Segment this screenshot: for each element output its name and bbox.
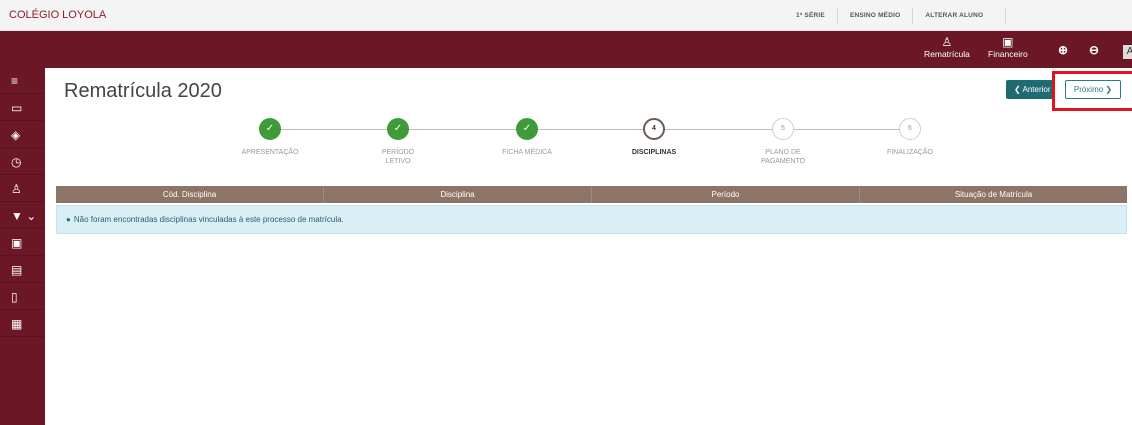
book-icon[interactable]: ▯ bbox=[0, 284, 45, 310]
step-label-5: PLANO DE PAGAMENTO bbox=[760, 149, 806, 165]
main-navbar: ♙ Rematrícula ▣ Financeiro ⊕ ⊖ A bbox=[0, 31, 1132, 68]
info-icon: ● bbox=[66, 215, 71, 224]
menu-icon[interactable]: ≡ bbox=[0, 68, 45, 94]
previous-button-label: Anterior bbox=[1022, 85, 1051, 94]
file-icon[interactable]: ▤ bbox=[0, 257, 45, 283]
empty-message-text: Não foram encontradas disciplinas vincul… bbox=[73, 215, 344, 224]
previous-button[interactable]: ❮ Anterior bbox=[1006, 80, 1054, 99]
user-icon[interactable]: ♙ bbox=[0, 176, 45, 202]
step-circle-6: 6 bbox=[899, 118, 921, 140]
step-label-6: FINALIZAÇÃO bbox=[887, 149, 933, 156]
nav-financeiro-label: Financeiro bbox=[988, 49, 1028, 59]
table-header: Cód. Disciplina Disciplina Período Situa… bbox=[56, 186, 1127, 203]
zoom-out-icon[interactable]: ⊖ bbox=[1089, 43, 1099, 57]
sidebar: ≡ ▭ ◈ ◷ ♙ ▼ ⌄ ▣ ▤ ▯ ▦ bbox=[0, 68, 45, 425]
school-name: COLÉGIO LOYOLA bbox=[9, 9, 107, 21]
top-link-alterar-aluno[interactable]: ALTERAR ALUNO bbox=[913, 8, 1007, 24]
document-dollar-icon: ▣ bbox=[1002, 35, 1014, 49]
step-circle-3: ✓ bbox=[516, 118, 538, 140]
step-label-2: PERÍODO LETIVO bbox=[381, 149, 415, 165]
zoom-in-icon[interactable]: ⊕ bbox=[1058, 43, 1068, 57]
column-header-codigo[interactable]: Cód. Disciplina bbox=[56, 186, 324, 203]
top-bar: COLÉGIO LOYOLA 1ª SÉRIE ENSINO MÉDIO ALT… bbox=[0, 0, 1132, 31]
step-circle-1: ✓ bbox=[259, 118, 281, 140]
empty-message-alert: ● Não foram encontradas disciplinas vincu… bbox=[56, 205, 1127, 234]
column-header-situacao[interactable]: Situação de Matrícula bbox=[860, 186, 1127, 203]
nav-rematricula[interactable]: ♙ Rematrícula bbox=[924, 35, 970, 59]
monitor-icon[interactable]: ▭ bbox=[0, 95, 45, 121]
step-label-3: FICHA MÉDICA bbox=[502, 149, 552, 156]
stepper-line bbox=[281, 129, 915, 130]
step-circle-2: ✓ bbox=[387, 118, 409, 140]
graduation-cap-icon[interactable]: ▼ ⌄ bbox=[0, 203, 45, 229]
step-label-4: DISCIPLINAS bbox=[631, 149, 677, 156]
document-dollar-icon[interactable]: ▣ bbox=[0, 230, 45, 256]
step-circle-4: 4 bbox=[643, 118, 665, 140]
font-size-button[interactable]: A bbox=[1123, 45, 1132, 59]
nav-rematricula-label: Rematrícula bbox=[924, 49, 970, 59]
step-label-1: APRESENTAÇÃO bbox=[241, 149, 299, 156]
calendar-icon[interactable]: ▦ bbox=[0, 311, 45, 337]
highlight-box bbox=[1052, 71, 1132, 111]
user-check-icon: ♙ bbox=[941, 35, 953, 49]
step-circle-5: 5 bbox=[772, 118, 794, 140]
top-link-ensino[interactable]: ENSINO MÉDIO bbox=[838, 8, 914, 24]
bag-icon[interactable]: ◈ bbox=[0, 122, 45, 148]
top-link-serie[interactable]: 1ª SÉRIE bbox=[784, 8, 838, 24]
column-header-disciplina[interactable]: Disciplina bbox=[324, 186, 592, 203]
clock-icon[interactable]: ◷ bbox=[0, 149, 45, 175]
nav-financeiro[interactable]: ▣ Financeiro bbox=[988, 35, 1028, 59]
column-header-periodo[interactable]: Período bbox=[592, 186, 860, 203]
page-title: Rematrícula 2020 bbox=[64, 80, 222, 102]
top-links: 1ª SÉRIE ENSINO MÉDIO ALTERAR ALUNO bbox=[784, 8, 1007, 24]
